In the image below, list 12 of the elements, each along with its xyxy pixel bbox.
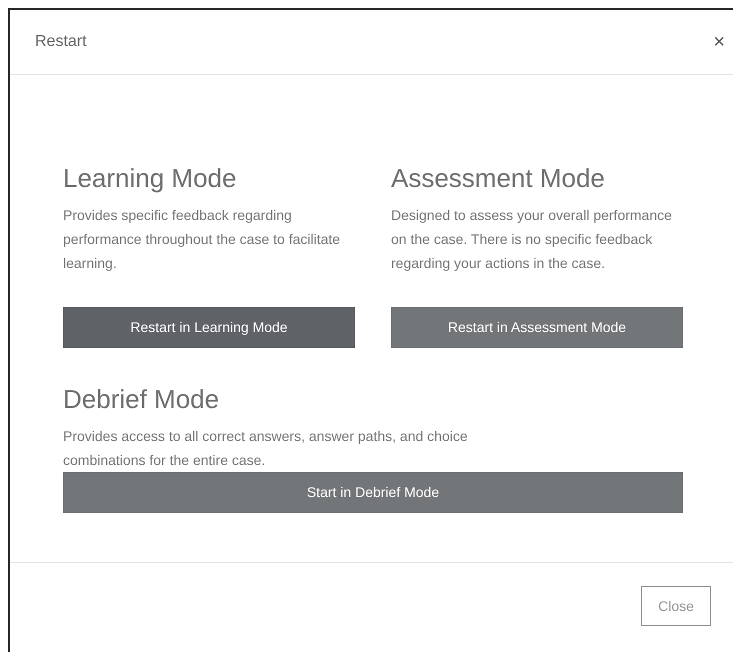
mode-heading: Learning Mode xyxy=(63,162,236,195)
close-button[interactable]: Close xyxy=(641,586,711,626)
dialog-title: Restart xyxy=(35,32,87,52)
mode-heading: Debrief Mode xyxy=(63,383,220,416)
mode-description: Provides specific feedback regarding performance throughout the case to facilitate learning. xyxy=(63,206,342,273)
mode-heading: Assessment Mode xyxy=(391,162,605,195)
mode-button[interactable]: Restart in Learning Mode xyxy=(63,307,355,348)
mode-description: Designed to assess your overall performance on the case. There is no specific feedback regarding your actions in the case. xyxy=(391,206,673,273)
mode-button[interactable]: Restart in Assessment Mode xyxy=(391,307,683,348)
close-button[interactable]: × xyxy=(713,32,725,52)
mode-button[interactable]: Start in Debrief Mode xyxy=(63,472,683,513)
mode-description: Provides access to all correct answers, answer paths, and choice combinations for the entire case. xyxy=(63,427,469,470)
